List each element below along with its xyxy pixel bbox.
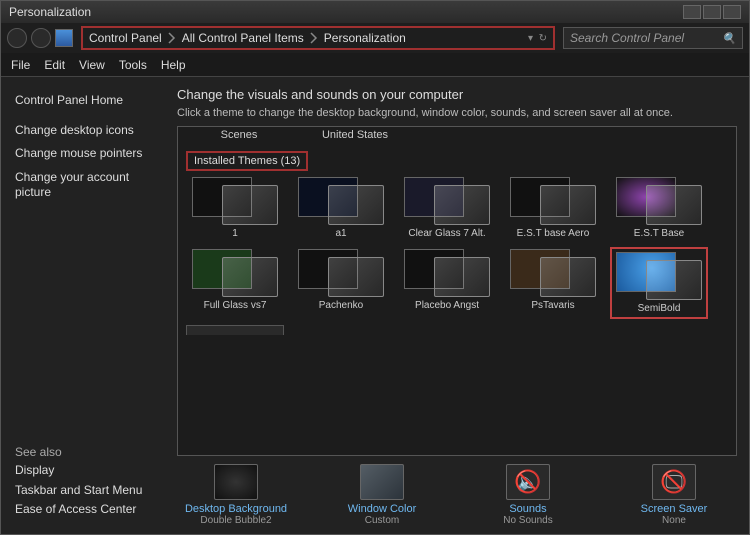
sidebar-display[interactable]: Display — [15, 463, 161, 479]
bottom-actions: Desktop Background Double Bubble2 Window… — [177, 464, 737, 526]
title-bar: Personalization — [1, 1, 749, 23]
breadcrumb-item[interactable]: Personalization — [324, 31, 406, 45]
menu-file[interactable]: File — [11, 58, 30, 72]
back-button[interactable] — [7, 28, 27, 48]
close-button[interactable] — [723, 5, 741, 19]
theme-label: Scenes — [221, 129, 258, 141]
sidebar-taskbar[interactable]: Taskbar and Start Menu — [15, 483, 161, 499]
theme-label: Full Glass vs7 — [187, 300, 283, 311]
desktop-background-icon — [214, 464, 258, 500]
theme-item[interactable]: Pachenko — [292, 247, 390, 319]
breadcrumb-dropdown-icon[interactable]: ▾ ↻ — [528, 33, 547, 44]
theme-label: Placebo Angst — [399, 300, 495, 311]
sounds-link[interactable]: 🔈🚫 Sounds No Sounds — [469, 464, 587, 526]
menu-view[interactable]: View — [79, 58, 105, 72]
theme-label: E.S.T base Aero — [505, 228, 601, 239]
sounds-icon: 🔈🚫 — [506, 464, 550, 500]
menu-help[interactable]: Help — [161, 58, 186, 72]
action-title: Window Color — [348, 503, 416, 515]
chevron-right-icon — [168, 32, 176, 44]
action-title: Desktop Background — [185, 503, 287, 515]
window-title: Personalization — [9, 5, 91, 19]
maximize-button[interactable] — [703, 5, 721, 19]
sidebar-desktop-icons[interactable]: Change desktop icons — [15, 123, 161, 139]
theme-item[interactable]: a1 — [292, 175, 390, 239]
theme-label: a1 — [293, 228, 389, 239]
theme-item[interactable]: 1 — [186, 175, 284, 239]
theme-item[interactable]: E.S.T base Aero — [504, 175, 602, 239]
theme-item[interactable]: Clear Glass 7 Alt. — [398, 175, 496, 239]
breadcrumb-item[interactable]: Control Panel — [89, 31, 162, 45]
search-input[interactable]: Search Control Panel 🔍 — [563, 27, 743, 49]
search-icon: 🔍 — [722, 32, 736, 45]
theme-item[interactable]: Full Glass vs7 — [186, 247, 284, 319]
sidebar-account-picture[interactable]: Change your account picture — [15, 170, 161, 201]
sidebar: Control Panel Home Change desktop icons … — [1, 77, 171, 534]
theme-label: E.S.T Base — [611, 228, 707, 239]
partial-next-row — [186, 325, 728, 335]
theme-item[interactable]: PsTavaris — [504, 247, 602, 319]
partial-row: Scenes United States — [190, 127, 728, 145]
sidebar-home[interactable]: Control Panel Home — [15, 93, 161, 109]
screen-saver-link[interactable]: 🖵🚫 Screen Saver None — [615, 464, 733, 526]
sidebar-mouse-pointers[interactable]: Change mouse pointers — [15, 146, 161, 162]
theme-label: PsTavaris — [505, 300, 601, 311]
themes-list[interactable]: Scenes United States Installed Themes (1… — [177, 126, 737, 456]
menu-tools[interactable]: Tools — [119, 58, 147, 72]
window-color-icon — [360, 464, 404, 500]
action-sub: None — [662, 515, 686, 526]
nav-row: Control Panel All Control Panel Items Pe… — [1, 23, 749, 53]
action-title: Screen Saver — [641, 503, 708, 515]
window-color-link[interactable]: Window Color Custom — [323, 464, 441, 526]
theme-label: Clear Glass 7 Alt. — [399, 228, 495, 239]
personalization-window: Personalization Control Panel All Contro… — [0, 0, 750, 535]
breadcrumb[interactable]: Control Panel All Control Panel Items Pe… — [81, 26, 555, 50]
sidebar-ease[interactable]: Ease of Access Center — [15, 502, 161, 518]
menu-bar: File Edit View Tools Help — [1, 53, 749, 77]
action-sub: Double Bubble2 — [200, 515, 271, 526]
minimize-button[interactable] — [683, 5, 701, 19]
breadcrumb-item[interactable]: All Control Panel Items — [182, 31, 304, 45]
theme-label: Pachenko — [293, 300, 389, 311]
theme-item-selected[interactable]: SemiBold — [610, 247, 708, 319]
page-heading: Change the visuals and sounds on your co… — [177, 87, 737, 102]
main-panel: Change the visuals and sounds on your co… — [171, 77, 749, 534]
theme-label: 1 — [187, 228, 283, 239]
see-also-heading: See also — [15, 445, 161, 459]
search-placeholder: Search Control Panel — [570, 31, 684, 45]
desktop-background-link[interactable]: Desktop Background Double Bubble2 — [177, 464, 295, 526]
theme-label: SemiBold — [611, 303, 707, 314]
theme-item[interactable]: E.S.T Base — [610, 175, 708, 239]
action-title: Sounds — [509, 503, 546, 515]
action-sub: No Sounds — [503, 515, 552, 526]
screen-saver-icon: 🖵🚫 — [652, 464, 696, 500]
theme-label: United States — [322, 129, 388, 141]
menu-edit[interactable]: Edit — [44, 58, 65, 72]
forward-button[interactable] — [31, 28, 51, 48]
control-panel-icon — [55, 29, 73, 47]
installed-themes-header: Installed Themes (13) — [186, 151, 308, 171]
content-area: Control Panel Home Change desktop icons … — [1, 77, 749, 534]
chevron-right-icon — [310, 32, 318, 44]
page-subheading: Click a theme to change the desktop back… — [177, 106, 737, 120]
theme-item[interactable]: Placebo Angst — [398, 247, 496, 319]
action-sub: Custom — [365, 515, 399, 526]
